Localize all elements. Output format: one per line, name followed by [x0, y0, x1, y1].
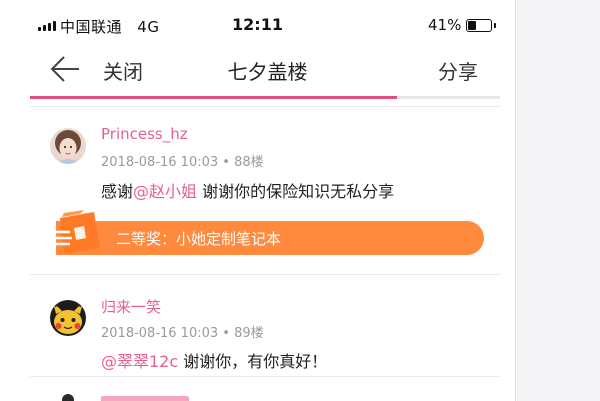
divider	[30, 274, 500, 275]
battery-fill	[468, 21, 476, 30]
comment-text: 感谢@赵小姐 谢谢你的保险知识无私分享	[101, 178, 394, 202]
reading-progress-fill	[30, 96, 397, 99]
comment-meta: 2018-08-16 10:03 • 89楼	[101, 326, 264, 341]
navigation-bar: 关闭 七夕盖楼 分享	[0, 42, 515, 96]
side-panel	[515, 0, 600, 401]
prize-gift-icon	[50, 208, 108, 258]
battery-nub	[494, 23, 496, 28]
comment-text-suffix: 谢谢你，有你真好！	[178, 352, 328, 371]
battery-percent: 41%	[428, 16, 462, 34]
mention-link[interactable]: @翠翠12c	[101, 352, 178, 371]
reading-progress-bar	[30, 96, 500, 99]
avatar[interactable]	[50, 128, 86, 164]
avatar[interactable]	[62, 394, 74, 401]
comment-username[interactable]: Princess_hz	[101, 125, 188, 143]
comment-username[interactable]	[101, 396, 189, 401]
divider	[30, 376, 500, 377]
share-button[interactable]: 分享	[438, 56, 478, 85]
comment-text: @翠翠12c 谢谢你，有你真好！	[101, 348, 327, 372]
comment-username[interactable]: 归来一笑	[101, 296, 161, 317]
comment-meta: 2018-08-16 10:03 • 88楼	[101, 155, 264, 170]
divider	[30, 106, 500, 107]
status-bar: 中国联通 4G 12:11 41%	[0, 0, 515, 40]
mention-link[interactable]: @赵小姐	[133, 182, 197, 201]
comment-text-prefix: 感谢	[101, 182, 134, 201]
prize-label: 二等奖：小她定制笔记本	[116, 230, 282, 248]
comment-text-suffix: 谢谢你的保险知识无私分享	[197, 182, 395, 201]
prize-banner: 二等奖：小她定制笔记本	[56, 221, 484, 255]
avatar[interactable]	[50, 300, 86, 336]
battery-icon	[466, 19, 496, 32]
phone-screen: 中国联通 4G 12:11 41% 关闭 七夕盖楼 分享 Princess_hz…	[0, 0, 515, 401]
